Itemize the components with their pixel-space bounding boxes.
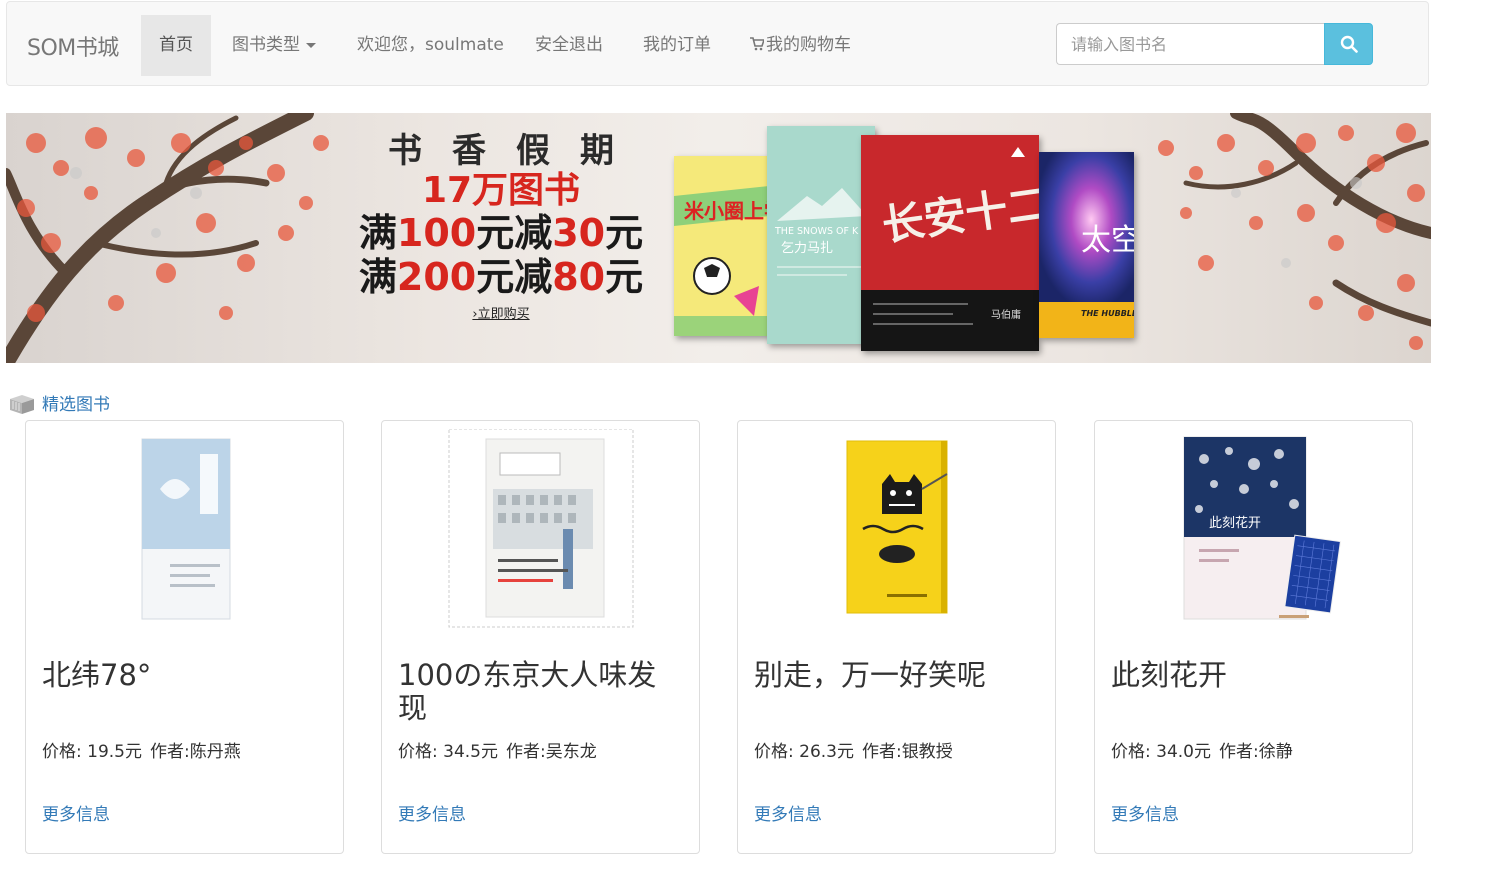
book-meta: 价格: 34.0元 作者:徐静 bbox=[1111, 737, 1293, 762]
book-price: 价格: 19.5元 bbox=[42, 742, 142, 762]
nav-my-cart-label: 我的购物车 bbox=[766, 35, 851, 55]
svg-text:此刻花开: 此刻花开 bbox=[1209, 515, 1261, 531]
book-title: 100の东京大人味发现 bbox=[398, 658, 657, 725]
book-cover-image[interactable] bbox=[26, 429, 343, 629]
caret-down-icon bbox=[306, 42, 316, 48]
book-meta: 价格: 26.3元 作者:银教授 bbox=[754, 737, 953, 762]
promo-discount-200: 满200元减80元 bbox=[358, 255, 644, 299]
book-title: 别走，万一好笑呢 bbox=[754, 658, 987, 692]
book-meta: 价格: 19.5元 作者:陈丹燕 bbox=[42, 737, 241, 762]
book-card: 北纬78° 价格: 19.5元 作者:陈丹燕 更多信息 bbox=[25, 420, 344, 854]
more-info-link[interactable]: 更多信息 bbox=[754, 800, 822, 825]
book-card: 此刻花开 此刻花开 价格: 34.0元 作者:徐静 更多信息 bbox=[1094, 420, 1413, 854]
changan-author: 马伯庸 bbox=[991, 308, 1021, 321]
book-cover-image[interactable]: 此刻花开 bbox=[1095, 429, 1412, 629]
buy-now-link[interactable]: ›立即购买 bbox=[336, 303, 666, 322]
top-navbar: SOM书城 首页 图书类型 欢迎您，soulmate 安全退出 我的订单 我的购… bbox=[6, 1, 1429, 86]
hubble-chinese-title: 太空 bbox=[1081, 223, 1134, 258]
featured-books-heading: 精选图书 bbox=[8, 390, 110, 415]
banner-book-mixiaoquan: 米小圈上学 bbox=[674, 156, 769, 336]
nav-welcome-user[interactable]: 欢迎您，soulmate bbox=[357, 15, 504, 76]
book-price: 价格: 34.0元 bbox=[1111, 742, 1211, 762]
more-info-link[interactable]: 更多信息 bbox=[398, 800, 466, 825]
book-cover-image[interactable] bbox=[738, 429, 1055, 629]
featured-books-title: 精选图书 bbox=[42, 395, 110, 415]
nav-my-orders[interactable]: 我的订单 bbox=[643, 15, 711, 76]
book-title: 北纬78° bbox=[42, 658, 152, 692]
nav-my-cart[interactable]: 我的购物车 bbox=[750, 15, 851, 76]
more-info-link[interactable]: 更多信息 bbox=[1111, 800, 1179, 825]
mixiaoquan-title: 米小圈上学 bbox=[684, 199, 769, 223]
banner-book-changan: 长安十二时辰 马伯庸 bbox=[861, 135, 1039, 351]
book-search-input[interactable] bbox=[1056, 23, 1324, 65]
brand-logo[interactable]: SOM书城 bbox=[27, 30, 119, 62]
banner-book-kilimanjaro: THE SNOWS OF K 乞力马扎 bbox=[767, 126, 875, 344]
hubble-english-title: THE HUBBLE COSMOS bbox=[1081, 309, 1134, 318]
books-icon bbox=[10, 394, 34, 414]
promo-banner-carousel[interactable]: 书香假期 17万图书 满100元减30元 满200元减80元 ›立即购买 米小圈… bbox=[6, 113, 1431, 363]
book-price: 价格: 34.5元 bbox=[398, 742, 498, 762]
book-card: 100の东京大人味发现 价格: 34.5元 作者:吴东龙 更多信息 bbox=[381, 420, 700, 854]
search-icon bbox=[1340, 35, 1358, 53]
book-price: 价格: 26.3元 bbox=[754, 742, 854, 762]
kilimanjaro-english-title: THE SNOWS OF K bbox=[774, 226, 859, 237]
book-cover-image[interactable] bbox=[382, 429, 699, 629]
shopping-cart-icon bbox=[750, 37, 764, 51]
nav-logout[interactable]: 安全退出 bbox=[535, 15, 603, 76]
search-button[interactable] bbox=[1324, 23, 1373, 65]
nav-book-types-dropdown[interactable]: 图书类型 bbox=[232, 15, 316, 76]
more-info-link[interactable]: 更多信息 bbox=[42, 800, 110, 825]
book-author: 作者:陈丹燕 bbox=[149, 742, 241, 762]
nav-book-types-label: 图书类型 bbox=[232, 35, 300, 55]
book-author: 作者:徐静 bbox=[1218, 742, 1293, 762]
promo-headline: 书香假期 bbox=[388, 131, 644, 171]
book-title: 此刻花开 bbox=[1111, 658, 1228, 692]
book-meta: 价格: 34.5元 作者:吴东龙 bbox=[398, 737, 597, 762]
nav-home[interactable]: 首页 bbox=[141, 15, 211, 76]
book-author: 作者:银教授 bbox=[861, 742, 953, 762]
book-author: 作者:吴东龙 bbox=[505, 742, 597, 762]
promo-text-block: 书香假期 17万图书 满100元减30元 满200元减80元 ›立即购买 bbox=[336, 131, 666, 322]
promo-discount-100: 满100元减30元 bbox=[358, 211, 644, 255]
kilimanjaro-chinese-title: 乞力马扎 bbox=[781, 241, 833, 256]
book-card: 别走，万一好笑呢 价格: 26.3元 作者:银教授 更多信息 bbox=[737, 420, 1056, 854]
promo-book-count: 17万图书 bbox=[421, 170, 581, 211]
banner-book-hubble: 太空 THE HUBBLE COSMOS bbox=[1039, 152, 1134, 338]
